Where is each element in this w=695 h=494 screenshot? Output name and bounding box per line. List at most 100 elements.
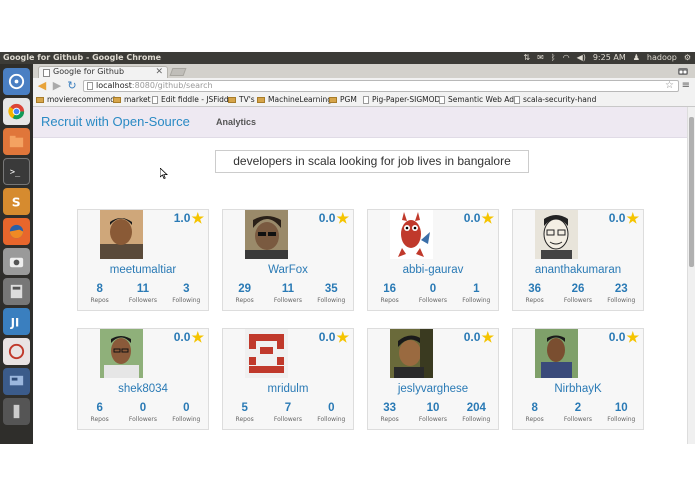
stat-following: 10 Following xyxy=(607,402,636,423)
avatar[interactable] xyxy=(390,329,433,378)
mail-icon[interactable]: ✉ xyxy=(537,52,544,64)
camera-icon[interactable] xyxy=(3,248,30,275)
url-host: localhost xyxy=(96,81,132,90)
stat-following: 3 Following xyxy=(172,283,201,304)
developer-card[interactable]: 0.0 ★ NirbhayK 8 Repos 2 Followers 10 Follow… xyxy=(512,328,644,430)
forward-arrow-icon[interactable]: ▶ xyxy=(51,80,63,92)
intellij-icon[interactable]: JI xyxy=(3,308,30,335)
stat-following: 23 Following xyxy=(607,283,636,304)
username-link[interactable]: mridulm xyxy=(223,383,353,395)
user-name[interactable]: hadoop xyxy=(647,52,677,64)
star-icon: ★ xyxy=(481,210,494,226)
wifi-icon[interactable]: ◠ xyxy=(563,52,570,64)
stat-repos: 29 Repos xyxy=(235,283,254,304)
svg-text:JI: JI xyxy=(10,315,19,329)
github-icon xyxy=(152,96,158,104)
folder-icon xyxy=(329,97,337,103)
bluetooth-icon[interactable]: ᛒ xyxy=(551,52,556,64)
avatar[interactable] xyxy=(100,210,143,259)
calculator-icon[interactable] xyxy=(3,278,30,305)
developer-card[interactable]: 0.0 ★ ananthakumaran 36 Repos 26 Followers … xyxy=(512,209,644,311)
developer-card[interactable]: 0.0 ★ jeslyvarghese 33 Repos 10 Followers 2… xyxy=(367,328,499,430)
incognito-icon xyxy=(678,68,688,75)
browser-tab[interactable]: Google for Github ✕ xyxy=(38,66,168,78)
page-scrollbar[interactable] xyxy=(687,107,695,444)
stat-following: 204 Following xyxy=(462,402,491,423)
terminal-icon[interactable]: >_ xyxy=(3,158,30,185)
clock[interactable]: 9:25 AM xyxy=(593,52,626,64)
page-icon xyxy=(514,96,520,104)
bookmark-item[interactable]: Pig-Paper-SIGMOD xyxy=(363,94,440,106)
star-icon: ★ xyxy=(336,210,349,226)
sublime-text-icon[interactable]: S xyxy=(3,188,30,215)
stat-repos: 5 Repos xyxy=(235,402,254,423)
firefox-icon[interactable] xyxy=(3,218,30,245)
developer-card[interactable]: 1.0 ★ meetumaltiar 8 Repos 11 Followers 3 Fo… xyxy=(77,209,209,311)
avatar[interactable] xyxy=(390,210,433,259)
usb-drive-icon[interactable] xyxy=(3,398,30,425)
rating: 0.0 ★ xyxy=(463,210,494,226)
back-arrow-icon[interactable]: ◀ xyxy=(36,80,48,92)
files-icon[interactable] xyxy=(3,128,30,155)
analytics-link[interactable]: Analytics xyxy=(216,117,256,127)
stat-followers: 11 Followers xyxy=(128,283,158,304)
stat-repos: 8 Repos xyxy=(525,402,544,423)
dash-icon[interactable] xyxy=(3,68,30,95)
star-icon: ★ xyxy=(191,210,204,226)
mouse-cursor-icon xyxy=(160,168,168,179)
avatar[interactable] xyxy=(535,210,578,259)
address-bar[interactable]: localhost:8080/github/search xyxy=(83,80,679,92)
user-icon[interactable]: ♟ xyxy=(633,52,640,64)
developer-card[interactable]: 0.0 ★ abbi-gaurav 16 Repos 0 Followers 1 Fol… xyxy=(367,209,499,311)
app-navbar: Recruit with Open-Source Analytics xyxy=(33,107,687,138)
bookmark-star-icon[interactable]: ☆ xyxy=(665,80,674,92)
avatar[interactable] xyxy=(100,329,143,378)
developer-card[interactable]: 0.0 ★ shek8034 6 Repos 0 Followers 0 Followi… xyxy=(77,328,209,430)
url-page-icon xyxy=(87,82,93,90)
stat-followers: 0 Followers xyxy=(418,283,448,304)
username-link[interactable]: NirbhayK xyxy=(513,383,643,395)
svg-text:S: S xyxy=(12,195,21,209)
bookmark-item[interactable]: movierecommend xyxy=(36,94,115,106)
stat-followers: 26 Followers xyxy=(563,283,593,304)
bookmarks-bar: movierecommend market Edit fiddle - JSFi… xyxy=(33,94,695,107)
new-tab-button[interactable] xyxy=(169,68,187,76)
developer-card[interactable]: 0.0 ★ mridulm 5 Repos 7 Followers 0 Followin… xyxy=(222,328,354,430)
username-link[interactable]: abbi-gaurav xyxy=(368,264,498,276)
bookmark-item[interactable]: market xyxy=(113,94,151,106)
bookmark-item[interactable]: Semantic Web Adv xyxy=(439,94,519,106)
brand-link[interactable]: Recruit with Open-Source xyxy=(41,114,190,129)
avatar[interactable] xyxy=(535,329,578,378)
username-link[interactable]: ananthakumaran xyxy=(513,264,643,276)
developer-card[interactable]: 0.0 ★ WarFox 29 Repos 11 Followers 35 Follow… xyxy=(222,209,354,311)
close-tab-icon[interactable]: ✕ xyxy=(155,67,163,77)
menu-icon[interactable]: ≡ xyxy=(682,80,690,92)
username-link[interactable]: jeslyvarghese xyxy=(368,383,498,395)
bookmark-item[interactable]: scala-security-hand xyxy=(514,94,596,106)
search-input[interactable]: developers in scala looking for job live… xyxy=(215,150,529,173)
avatar[interactable] xyxy=(245,329,288,378)
scrollbar-thumb[interactable] xyxy=(689,117,694,267)
reload-icon[interactable]: ↻ xyxy=(66,80,78,92)
bookmark-item[interactable]: Edit fiddle - JSFidd xyxy=(152,94,229,106)
volume-icon[interactable]: ◀) xyxy=(577,52,586,64)
stat-followers: 0 Followers xyxy=(128,402,158,423)
svg-text:>_: >_ xyxy=(10,167,21,177)
page-content: Recruit with Open-Source Analytics devel… xyxy=(33,107,687,444)
rating: 0.0 ★ xyxy=(608,329,639,345)
username-link[interactable]: shek8034 xyxy=(78,383,208,395)
bookmark-item[interactable]: MachineLearning xyxy=(257,94,332,106)
stat-followers: 2 Followers xyxy=(563,402,593,423)
eclipse-icon[interactable] xyxy=(3,338,30,365)
workspace-icon[interactable] xyxy=(3,368,30,395)
chrome-icon[interactable] xyxy=(3,98,30,125)
bookmark-item[interactable]: TV's xyxy=(228,94,255,106)
avatar[interactable] xyxy=(245,210,288,259)
settings-gear-icon[interactable]: ⚙ xyxy=(684,52,691,64)
username-link[interactable]: WarFox xyxy=(223,264,353,276)
bottom-blank xyxy=(0,444,695,494)
network-icon[interactable]: ⇅ xyxy=(523,52,530,64)
bookmark-item[interactable]: PGM xyxy=(329,94,357,106)
rating: 0.0 ★ xyxy=(608,210,639,226)
username-link[interactable]: meetumaltiar xyxy=(78,264,208,276)
